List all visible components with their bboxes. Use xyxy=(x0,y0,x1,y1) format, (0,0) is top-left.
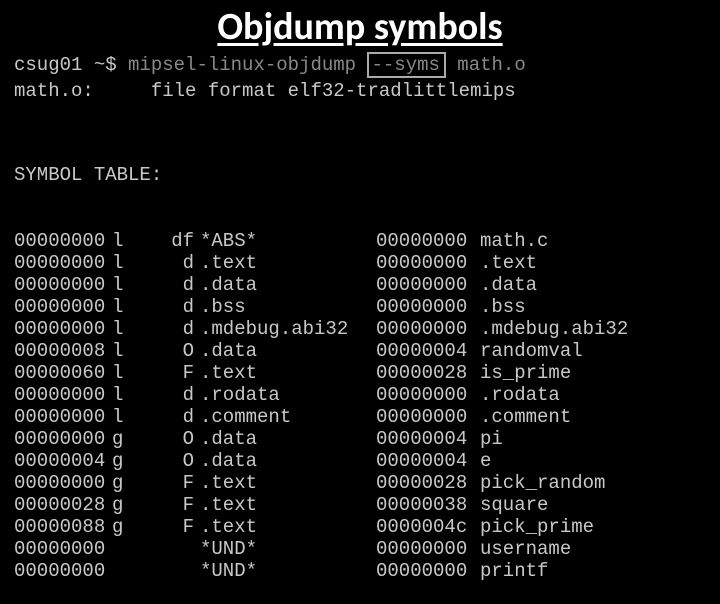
table-row: 00000000gF.text00000028pick_random xyxy=(14,472,720,494)
table-row: 00000000ldf*ABS*00000000math.c xyxy=(14,230,720,252)
table-row: 00000004gO.data00000004e xyxy=(14,450,720,472)
table-row: 00000000ld.comment00000000.comment xyxy=(14,406,720,428)
slide-title: Objdump symbols xyxy=(0,4,720,50)
table-row: 00000000ld.bss00000000.bss xyxy=(14,296,720,318)
table-row: 00000000gO.data00000004pi xyxy=(14,428,720,450)
flag-highlight: --syms xyxy=(367,52,445,78)
command-arg: math.o xyxy=(446,54,526,76)
prompt: csug01 ~$ xyxy=(14,54,128,76)
command: mipsel-linux-objdump xyxy=(128,54,367,76)
table-row: 00000000ld.data00000000.data xyxy=(14,274,720,296)
table-row: 00000000*UND*00000000username xyxy=(14,538,720,560)
table-row: 00000000ld.rodata00000000.rodata xyxy=(14,384,720,406)
table-row: 00000088gF.text0000004cpick_prime xyxy=(14,516,720,538)
file-format-line: math.o: file format elf32-tradlittlemips xyxy=(14,80,720,102)
command-line: csug01 ~$ mipsel-linux-objdump --syms ma… xyxy=(14,52,720,78)
table-row: 00000060lF.text00000028is_prime xyxy=(14,362,720,384)
table-row: 00000028gF.text00000038square xyxy=(14,494,720,516)
symbol-table: SYMBOL TABLE: 00000000ldf*ABS*00000000ma… xyxy=(14,120,720,604)
table-row: 00000008lO.data00000004randomval xyxy=(14,340,720,362)
table-row: 00000000ld.text00000000.text xyxy=(14,252,720,274)
table-row: 00000000ld.mdebug.abi3200000000.mdebug.a… xyxy=(14,318,720,340)
table-row: 00000000*UND*00000000printf xyxy=(14,560,720,582)
symbol-table-header: SYMBOL TABLE: xyxy=(14,164,720,186)
